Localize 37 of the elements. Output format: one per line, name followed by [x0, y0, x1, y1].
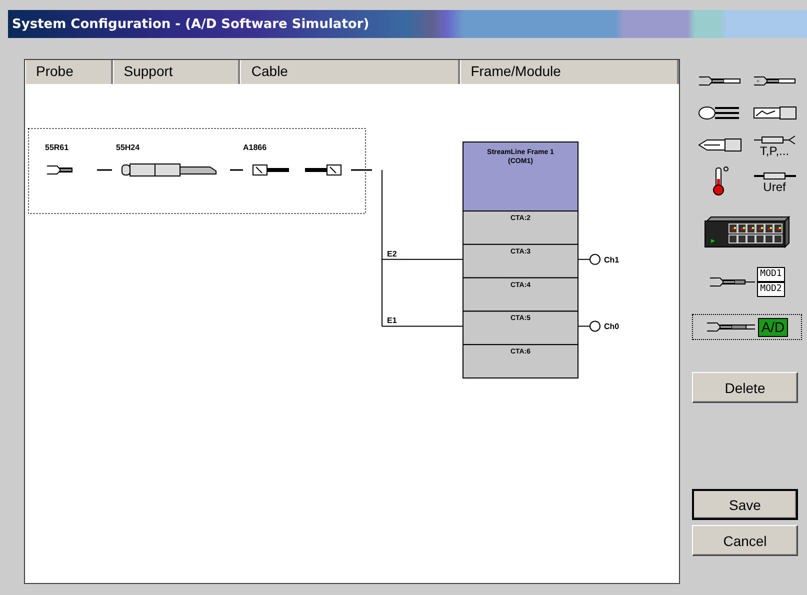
probe-icon: [46, 166, 72, 174]
output-terminal: [578, 254, 600, 265]
input-label: E1: [387, 316, 397, 326]
dialog-button[interactable]: Delete: [692, 372, 798, 403]
probe-support-icon: [122, 164, 216, 176]
wedge-probe-icon: [698, 138, 742, 152]
module-label: MOD2: [757, 282, 785, 297]
module-label: MOD1: [757, 267, 785, 282]
wire: [230, 169, 243, 171]
wire-probe-icon: [698, 74, 742, 88]
component-label: 55H24: [116, 143, 140, 152]
palette-item[interactable]: A/D: [692, 314, 802, 340]
connector-icon: [709, 275, 756, 289]
wire: [351, 169, 372, 171]
dialog-button[interactable]: Save: [692, 489, 798, 520]
wire-probe-icon: [752, 74, 796, 88]
window-title: System Configuration - (A/D Software Simulator): [8, 10, 807, 38]
ad-module-label: A/D: [758, 318, 788, 336]
flat-film-probe-icon: [752, 106, 796, 120]
palette-item[interactable]: T,P,...: [747, 132, 802, 158]
connector-icon: [706, 320, 756, 334]
frame-unit-icon: [703, 215, 791, 249]
input-label: E2: [387, 249, 397, 258]
cable-icon: [252, 164, 342, 176]
wire: [97, 169, 112, 171]
channel-label: Ch1: [604, 255, 620, 264]
frame-module[interactable]: [462, 142, 578, 378]
palette-item[interactable]: MOD1 MOD2: [692, 266, 802, 298]
dialog-button[interactable]: Cancel: [692, 525, 798, 556]
palette-item[interactable]: Uref: [747, 164, 802, 198]
component-label: A1866: [243, 143, 267, 152]
output-terminal: [578, 320, 600, 332]
multi-probe-icon: [752, 134, 796, 146]
component-label: 55R61: [45, 143, 69, 152]
film-probe-icon: [698, 104, 742, 122]
reference-icon: [752, 170, 796, 182]
channel-label: Ch0: [604, 322, 620, 332]
